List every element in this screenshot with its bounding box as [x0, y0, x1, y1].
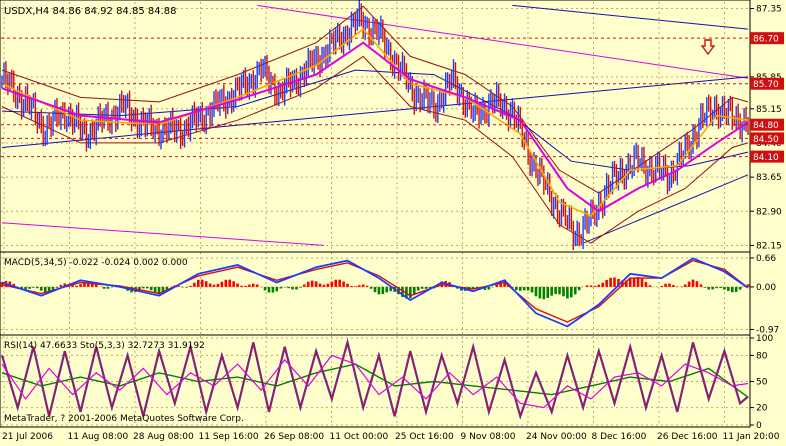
copyright-text: MetaTrader, ? 2001-2006 MetaQuotes Softw…: [4, 414, 244, 424]
rsi-y-tick-label: 50: [756, 378, 768, 388]
rsi-y-tick-label: 0: [756, 421, 762, 431]
macd-y-tick-label: 0.00: [756, 283, 776, 293]
date-tick-label: 9 Nov 08:00: [461, 432, 516, 442]
price-tag-label: 84.80: [753, 121, 779, 131]
macd-label: MACD(5,34,5) -0.022 -0.024 0.002 0.000: [4, 258, 188, 268]
date-tick-label: 26 Dec 16:00: [657, 432, 718, 442]
date-tick-label: 25 Oct 16:00: [395, 432, 454, 442]
price-tag-label: 84.50: [753, 135, 779, 145]
chart-window: 21 Jul 2006 11 Aug 08:00 28 Aug 08:00 11 Se…: [0, 0, 786, 442]
price-tag-label: 84.10: [753, 153, 779, 163]
main-y-tick-label: 83.65: [756, 173, 782, 183]
date-tick-label: 24 Nov 00:00: [526, 432, 587, 442]
chart-svg: 21 Jul 2006 11 Aug 08:00 28 Aug 08:00 11 Se…: [0, 0, 786, 442]
date-tick-label: 11 Oct 00:00: [330, 432, 389, 442]
rsi-y-tick-label: 100: [756, 334, 773, 344]
main-y-tick-label: 82.90: [756, 207, 782, 217]
symbol-header: USDX,H4 84.86 84.92 84.85 84.88: [4, 6, 177, 17]
main-y-tick-label: 85.15: [756, 105, 782, 115]
date-tick-label: 26 Sep 08:00: [264, 432, 324, 442]
date-tick-label: 8 Dec 16:00: [592, 432, 647, 442]
rsi-y-tick-label: 20: [756, 404, 768, 414]
macd-y-tick-label: 0.66: [756, 254, 776, 264]
date-tick-label: 11 Aug 08:00: [68, 432, 129, 442]
date-tick-label: 11 Sep 16:00: [199, 432, 259, 442]
rsi-sto-label: RSI(14) 47.6633 Sto(5,3,3) 32.7273 31.91…: [4, 341, 205, 351]
date-tick-label: 11 Jan 20:00: [723, 432, 780, 442]
rsi-y-tick-label: 80: [756, 351, 768, 361]
date-tick-label: 28 Aug 08:00: [133, 432, 194, 442]
price-tag-label: 86.70: [753, 35, 779, 45]
date-tick-label: 21 Jul 2006: [2, 432, 53, 442]
main-y-tick-label: 82.15: [756, 241, 782, 251]
price-tag-label: 85.70: [753, 80, 779, 90]
main-y-tick-label: 87.35: [756, 5, 782, 15]
